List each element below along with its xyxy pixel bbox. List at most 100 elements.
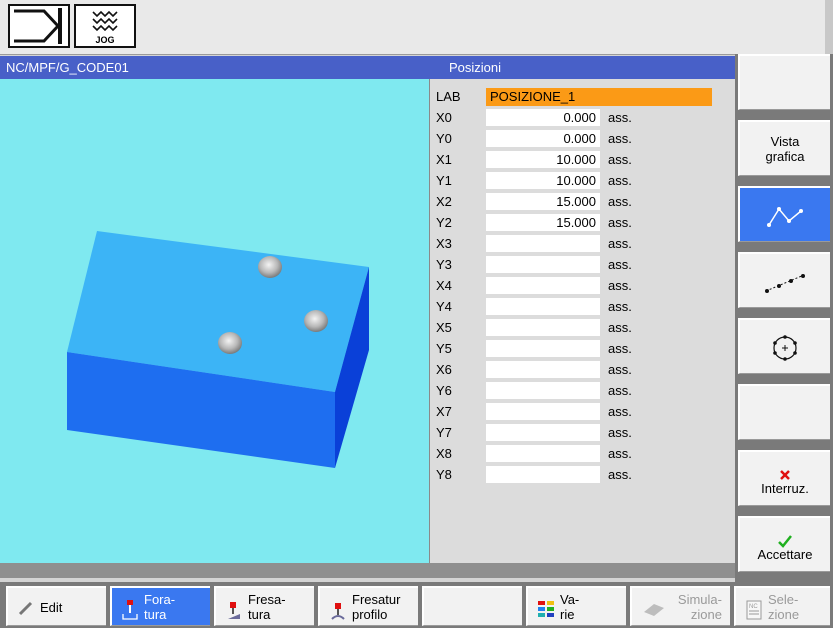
param-label: Y4 bbox=[436, 299, 452, 314]
param-label: X8 bbox=[436, 446, 452, 461]
program-path: NC/MPF/G_CODE01 bbox=[6, 60, 129, 75]
param-input[interactable] bbox=[486, 256, 600, 273]
drill-hole-3 bbox=[218, 332, 242, 354]
horizontal-softkey-5[interactable] bbox=[422, 586, 522, 626]
param-input[interactable] bbox=[486, 277, 600, 294]
param-label: Y1 bbox=[436, 173, 452, 188]
param-unit[interactable]: ass. bbox=[608, 110, 632, 125]
param-row: Y4 ass. bbox=[430, 297, 735, 316]
drill-hole-1 bbox=[258, 256, 282, 278]
vertical-softkey-6[interactable] bbox=[738, 384, 830, 440]
param-unit[interactable]: ass. bbox=[608, 278, 632, 293]
simulazione-line2: zione bbox=[690, 607, 722, 622]
parameter-panel: LAB POSIZIONE_1 X0 0.000 ass. Y0 0.000 ass. … bbox=[430, 79, 735, 563]
param-input[interactable] bbox=[486, 445, 600, 462]
param-row: Y8 ass. bbox=[430, 465, 735, 484]
param-input[interactable] bbox=[486, 382, 600, 399]
label-input[interactable]: POSIZIONE_1 bbox=[486, 88, 712, 106]
param-input[interactable]: 15.000 bbox=[486, 193, 600, 210]
param-label: LAB bbox=[436, 89, 461, 104]
mode-indicator bbox=[8, 4, 70, 48]
status-bar bbox=[0, 563, 735, 578]
accept-button[interactable]: Accettare bbox=[738, 516, 830, 572]
param-row: X2 15.000 ass. bbox=[430, 192, 735, 211]
edit-label: Edit bbox=[40, 600, 63, 615]
param-unit[interactable]: ass. bbox=[608, 320, 632, 335]
param-unit[interactable]: ass. bbox=[608, 467, 632, 482]
fresatura-profilo-line2: profilo bbox=[352, 607, 388, 622]
param-unit[interactable]: ass. bbox=[608, 257, 632, 272]
green-check-icon bbox=[778, 535, 792, 548]
param-row: X0 0.000 ass. bbox=[430, 108, 735, 127]
fresatura-button[interactable]: Fresa- tura bbox=[214, 586, 314, 626]
param-unit[interactable]: ass. bbox=[608, 299, 632, 314]
param-input[interactable]: 10.000 bbox=[486, 151, 600, 168]
param-unit[interactable]: ass. bbox=[608, 236, 632, 251]
param-input[interactable]: 0.000 bbox=[486, 109, 600, 126]
varie-button[interactable]: Va- rie bbox=[526, 586, 626, 626]
param-unit[interactable]: ass. bbox=[608, 446, 632, 461]
param-unit[interactable]: ass. bbox=[608, 383, 632, 398]
param-row: X8 ass. bbox=[430, 444, 735, 463]
param-input[interactable]: 15.000 bbox=[486, 214, 600, 231]
param-row: Y1 10.000 ass. bbox=[430, 171, 735, 190]
param-unit[interactable]: ass. bbox=[608, 152, 632, 167]
param-label: Y2 bbox=[436, 215, 452, 230]
edit-button[interactable]: Edit bbox=[6, 586, 106, 626]
param-input[interactable] bbox=[486, 403, 600, 420]
horizontal-softkeys: Edit Fora- tura Fresa- tura Fresatur pro… bbox=[0, 582, 833, 628]
param-label: X3 bbox=[436, 236, 452, 251]
vista-grafica-line2: grafica bbox=[765, 149, 805, 164]
jog-mode-indicator: JOG bbox=[74, 4, 136, 48]
param-input[interactable]: 10.000 bbox=[486, 172, 600, 189]
param-input[interactable] bbox=[486, 340, 600, 357]
param-label: X0 bbox=[436, 110, 452, 125]
simulation-icon bbox=[644, 604, 664, 616]
vista-grafica-button[interactable]: Vista grafica bbox=[738, 120, 830, 176]
param-input[interactable] bbox=[486, 466, 600, 483]
arrow-right-icon bbox=[14, 8, 62, 44]
select-program-icon: NC bbox=[746, 600, 762, 620]
param-label: X2 bbox=[436, 194, 452, 209]
drill-icon bbox=[122, 600, 138, 620]
param-input[interactable]: 0.000 bbox=[486, 130, 600, 147]
param-input[interactable] bbox=[486, 319, 600, 336]
param-input[interactable] bbox=[486, 424, 600, 441]
param-row: Y7 ass. bbox=[430, 423, 735, 442]
freeform-positions-button[interactable] bbox=[738, 186, 830, 242]
param-unit[interactable]: ass. bbox=[608, 362, 632, 377]
param-unit[interactable]: ass. bbox=[608, 341, 632, 356]
vertical-softkey-1[interactable] bbox=[738, 54, 830, 110]
param-unit[interactable]: ass. bbox=[608, 404, 632, 419]
simulazione-line1: Simula- bbox=[677, 592, 722, 607]
simulazione-button[interactable]: Simula- zione bbox=[630, 586, 730, 626]
param-unit[interactable]: ass. bbox=[608, 173, 632, 188]
selezione-button[interactable]: NC Sele- zione bbox=[734, 586, 830, 626]
accept-label: Accettare bbox=[757, 547, 813, 562]
param-row: X1 10.000 ass. bbox=[430, 150, 735, 169]
panel-title: Posizioni bbox=[449, 60, 502, 75]
line-positions-button[interactable] bbox=[738, 252, 830, 308]
param-unit[interactable]: ass. bbox=[608, 131, 632, 146]
interrupt-button[interactable]: Interruz. bbox=[738, 450, 830, 506]
param-unit[interactable]: ass. bbox=[608, 194, 632, 209]
top-status-strip: JOG bbox=[0, 0, 833, 55]
workpiece-3d bbox=[67, 231, 369, 468]
param-row: Y0 0.000 ass. bbox=[430, 129, 735, 148]
jog-label: JOG bbox=[95, 35, 115, 45]
foratura-button[interactable]: Fora- tura bbox=[110, 586, 210, 626]
param-input[interactable] bbox=[486, 361, 600, 378]
param-row: Y6 ass. bbox=[430, 381, 735, 400]
param-unit[interactable]: ass. bbox=[608, 215, 632, 230]
varie-line2: rie bbox=[560, 607, 575, 622]
milling-icon bbox=[228, 602, 240, 619]
fresatura-profilo-button[interactable]: Fresatur profilo bbox=[318, 586, 418, 626]
param-row: X7 ass. bbox=[430, 402, 735, 421]
param-input[interactable] bbox=[486, 298, 600, 315]
param-label: X4 bbox=[436, 278, 452, 293]
param-input[interactable] bbox=[486, 235, 600, 252]
header-bar: NC/MPF/G_CODE01 Posizioni bbox=[0, 56, 735, 79]
circle-positions-button[interactable] bbox=[738, 318, 830, 374]
varie-line1: Va- bbox=[560, 592, 580, 607]
param-unit[interactable]: ass. bbox=[608, 425, 632, 440]
